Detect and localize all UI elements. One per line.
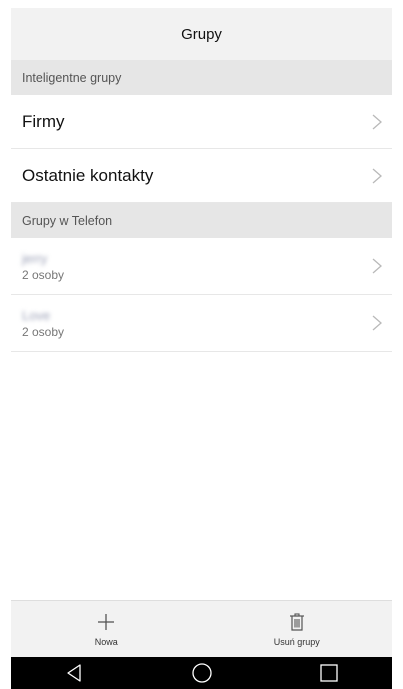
chevron-right-icon [372, 114, 382, 129]
group-member-count: 2 osoby [22, 267, 65, 282]
group-row-recent-contacts[interactable]: Ostatnie kontakty [11, 149, 392, 203]
group-name: Love [22, 307, 51, 323]
plus-icon [98, 613, 115, 630]
group-row-firmy[interactable]: Firmy [11, 95, 392, 149]
new-group-label: Nowa [94, 636, 118, 647]
delete-groups-button[interactable]: Usuń grupy [202, 601, 393, 657]
group-info: Love 2 osoby [22, 308, 64, 339]
section-header-smart-groups: Inteligentne grupy [11, 60, 392, 95]
nav-recents-button[interactable] [299, 657, 359, 689]
group-name: jerry [22, 250, 48, 266]
app-header: Grupy [11, 8, 392, 60]
nav-home-button[interactable] [172, 657, 232, 689]
groups-screen: Grupy Inteligentne grupy Firmy Ostatnie … [11, 8, 392, 689]
nav-back-button[interactable] [45, 657, 105, 689]
chevron-right-icon [372, 168, 382, 183]
section-title: Grupy w Telefon [22, 213, 113, 228]
section-title: Inteligentne grupy [22, 70, 122, 85]
page-title: Grupy [181, 25, 222, 43]
delete-groups-label: Usuń grupy [273, 636, 320, 647]
chevron-right-icon [372, 258, 382, 274]
home-circle-icon [191, 663, 212, 683]
group-info: jerry 2 osoby [22, 251, 64, 282]
group-label: Ostatnie kontakty [22, 165, 154, 185]
group-row-jerry[interactable]: jerry 2 osoby [11, 238, 392, 295]
new-group-button[interactable]: Nowa [11, 601, 202, 657]
group-row-love[interactable]: Love 2 osoby [11, 295, 392, 352]
back-triangle-icon [66, 664, 81, 682]
system-navigation-bar [11, 657, 392, 689]
trash-icon [289, 612, 304, 631]
group-label: Firmy [22, 111, 65, 131]
chevron-right-icon [372, 315, 382, 331]
group-member-count: 2 osoby [22, 324, 65, 339]
section-header-phone-groups: Grupy w Telefon [11, 203, 392, 238]
bottom-toolbar: Nowa Usuń grupy [11, 600, 392, 657]
recents-square-icon [319, 664, 338, 682]
